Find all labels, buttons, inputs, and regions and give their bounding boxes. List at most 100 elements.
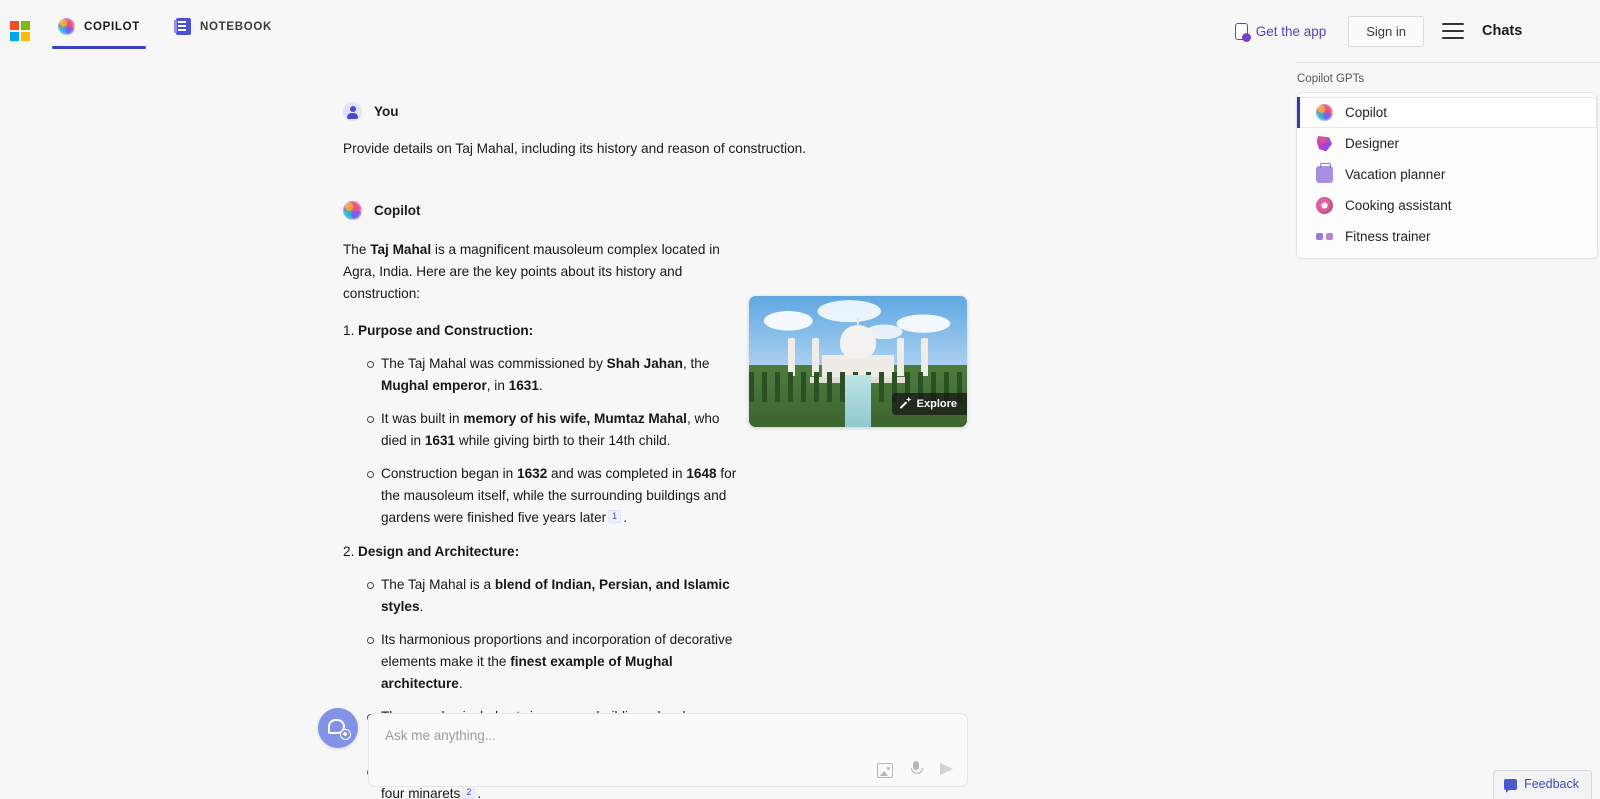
new-chat-icon[interactable] bbox=[318, 708, 358, 748]
bold-text: Shah Jahan bbox=[606, 356, 683, 371]
copilot-icon bbox=[1316, 104, 1333, 121]
suitcase-icon bbox=[1316, 163, 1333, 183]
text-run: . bbox=[458, 676, 463, 691]
sidebar-item-copilot[interactable]: Copilot bbox=[1297, 97, 1597, 128]
taj-mahal-image-card[interactable]: Explore bbox=[749, 296, 967, 427]
copilot-gpts-heading: Copilot GPTs bbox=[1297, 73, 1365, 85]
photo-dome bbox=[840, 324, 876, 359]
user-avatar-icon bbox=[343, 102, 362, 121]
app-header: COPILOT NOTEBOOK Get the app Sign in Cha… bbox=[0, 0, 1600, 62]
send-icon[interactable] bbox=[939, 760, 955, 778]
magic-wand-icon bbox=[900, 396, 912, 410]
copilot-icon bbox=[343, 201, 362, 220]
list-item: Construction began in 1632 and was compl… bbox=[367, 463, 738, 529]
header-tabs: COPILOT NOTEBOOK bbox=[52, 14, 302, 49]
get-the-app-label: Get the app bbox=[1255, 23, 1327, 39]
bold-text: 1648 bbox=[686, 466, 717, 481]
sidebar-item-vacation-planner[interactable]: Vacation planner bbox=[1297, 159, 1597, 190]
bold-text: 1631 bbox=[424, 433, 456, 448]
user-message-text: Provide details on Taj Mahal, including … bbox=[343, 141, 807, 156]
bold-text: Taj Mahal bbox=[370, 242, 432, 257]
text-run: The Taj Mahal was commissioned by bbox=[381, 356, 607, 371]
sidebar-item-label: Designer bbox=[1345, 136, 1400, 151]
user-message-header: You bbox=[343, 102, 983, 121]
assistant-message-header: Copilot bbox=[343, 201, 1043, 220]
bold-text: 1631 bbox=[508, 378, 539, 393]
feedback-label: Feedback bbox=[1524, 777, 1579, 791]
section-bullet-list: The Taj Mahal was commissioned by Shah J… bbox=[367, 353, 738, 529]
copilot-app: COPILOT NOTEBOOK Get the app Sign in Cha… bbox=[0, 0, 1600, 799]
user-name-label: You bbox=[374, 104, 399, 119]
explore-button[interactable]: Explore bbox=[891, 393, 967, 415]
sidebar-item-designer[interactable]: Designer bbox=[1297, 128, 1597, 159]
text-run: It was built in bbox=[381, 411, 464, 426]
search-input[interactable] bbox=[385, 728, 945, 743]
sidebar-item-label: Copilot bbox=[1345, 105, 1388, 120]
assistant-message: Copilot The Taj Mahal is a magnificent m… bbox=[343, 201, 1043, 799]
tab-notebook[interactable]: NOTEBOOK bbox=[170, 14, 278, 49]
text-run: and was completed in bbox=[547, 466, 687, 481]
tab-notebook-label: NOTEBOOK bbox=[200, 20, 273, 33]
designer-icon bbox=[1316, 136, 1332, 152]
photo-minaret bbox=[788, 337, 796, 376]
copilot-gpts-list: Copilot Designer Vacation planner Cookin… bbox=[1296, 92, 1598, 259]
photo-reflecting-pool bbox=[844, 374, 872, 427]
list-item: Its harmonious proportions and incorpora… bbox=[367, 629, 738, 695]
tab-copilot[interactable]: COPILOT bbox=[52, 14, 147, 49]
sidebar-item-fitness-trainer[interactable]: Fitness trainer bbox=[1297, 221, 1597, 252]
text-run: . bbox=[538, 378, 543, 393]
phone-app-icon bbox=[1234, 22, 1251, 42]
citation-badge[interactable]: 2 bbox=[462, 786, 476, 799]
feedback-icon bbox=[1504, 778, 1518, 793]
sidebar-item-cooking-assistant[interactable]: Cooking assistant bbox=[1297, 190, 1597, 221]
assistant-name-label: Copilot bbox=[374, 203, 421, 218]
text-run: , the bbox=[682, 356, 710, 371]
feedback-button[interactable]: Feedback bbox=[1493, 770, 1592, 799]
sidebar-item-label: Fitness trainer bbox=[1345, 229, 1431, 244]
dumbbell-icon bbox=[1316, 228, 1333, 245]
text-run: Construction began in bbox=[381, 466, 518, 481]
text-run: while giving birth to their 14th child. bbox=[455, 433, 671, 448]
bold-text: 1632 bbox=[517, 466, 548, 481]
copilot-icon bbox=[58, 18, 75, 35]
text-run: The bbox=[343, 242, 371, 257]
donut-icon bbox=[1316, 197, 1333, 214]
get-the-app-button[interactable]: Get the app bbox=[1234, 22, 1327, 42]
plus-shape bbox=[340, 729, 351, 740]
bold-text: memory of his wife, Mumtaz Mahal bbox=[463, 411, 687, 426]
text-run: , in bbox=[486, 378, 509, 393]
microphone-icon[interactable] bbox=[909, 760, 923, 778]
chats-panel-title: Chats bbox=[1482, 23, 1523, 39]
chat-thread: You Provide details on Taj Mahal, includ… bbox=[0, 62, 1290, 799]
sidebar-item-label: Vacation planner bbox=[1345, 167, 1446, 182]
assistant-section: Purpose and Construction: The Taj Mahal w… bbox=[343, 320, 738, 529]
panel-divider bbox=[1296, 62, 1600, 63]
text-run: . bbox=[623, 510, 627, 525]
explore-label: Explore bbox=[916, 398, 957, 410]
header-right-group: Get the app Sign in Chats bbox=[1234, 0, 1600, 62]
hamburger-menu-icon[interactable] bbox=[1442, 23, 1464, 39]
composer-tools bbox=[877, 760, 955, 778]
assistant-intro-paragraph: The Taj Mahal is a magnificent mausoleum… bbox=[343, 239, 738, 305]
list-item: It was built in memory of his wife, Mumt… bbox=[367, 408, 738, 452]
image-upload-icon[interactable] bbox=[877, 762, 893, 778]
sign-in-button[interactable]: Sign in bbox=[1348, 15, 1424, 47]
bold-text: Mughal emperor bbox=[381, 378, 487, 393]
tab-copilot-label: COPILOT bbox=[84, 20, 141, 33]
citation-badge[interactable]: 1 bbox=[608, 510, 622, 523]
photo-minaret bbox=[896, 337, 904, 376]
sidebar-item-label: Cooking assistant bbox=[1345, 198, 1452, 213]
copilot-gpts-panel: Copilot GPTs Copilot Designer Vacation p… bbox=[1293, 62, 1600, 799]
microsoft-logo-icon[interactable] bbox=[10, 21, 30, 41]
photo-minaret bbox=[920, 337, 928, 376]
list-item: The Taj Mahal was commissioned by Shah J… bbox=[367, 353, 738, 397]
text-run: The Taj Mahal is a bbox=[381, 577, 495, 592]
section-title: Design and Architecture: bbox=[343, 541, 520, 563]
section-title: Purpose and Construction: bbox=[343, 320, 534, 342]
text-run: . bbox=[419, 599, 424, 614]
list-item: The Taj Mahal is a blend of Indian, Pers… bbox=[367, 574, 738, 618]
photo-minaret bbox=[812, 337, 820, 376]
message-composer[interactable] bbox=[368, 713, 968, 787]
user-message: You Provide details on Taj Mahal, includ… bbox=[343, 102, 983, 160]
notebook-icon bbox=[174, 18, 192, 35]
